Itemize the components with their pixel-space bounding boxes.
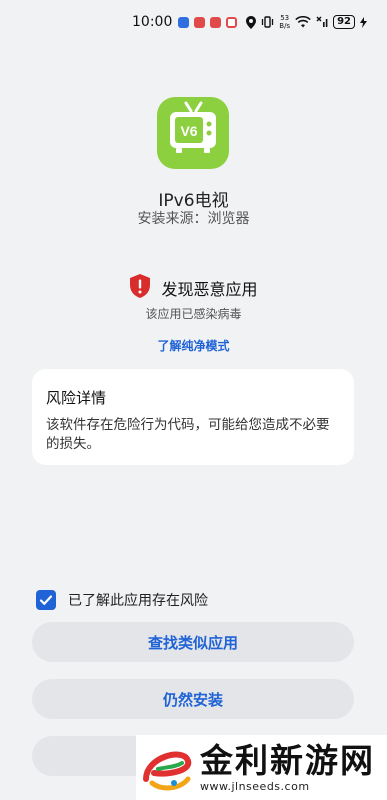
watermark-url: www.jlnseeds.com (200, 780, 310, 793)
risk-details-description: 该软件存在危险行为代码，可能给您造成不必要的损失。 (46, 417, 330, 452)
warning-subtitle: 该应用已感染病毒 (145, 307, 242, 321)
notification-icon-4 (226, 16, 238, 28)
risk-details-card: 风险详情 该软件存在危险行为代码，可能给您造成不必要的损失。 (32, 369, 354, 465)
find-similar-apps-button[interactable]: 查找类似应用 (32, 622, 354, 662)
location-icon (246, 15, 257, 29)
vibrate-icon (261, 16, 274, 28)
warning-title: 发现恶意应用 (161, 280, 258, 299)
wifi-icon (295, 16, 311, 28)
network-speed: 53 B/s (279, 14, 290, 30)
app-icon: V6 (157, 97, 229, 169)
notification-icon-3 (210, 16, 222, 28)
app-icon-text: V6 (180, 123, 197, 139)
net-speed-unit: B/s (279, 22, 291, 30)
install-source: 安装来源：浏览器 (0, 208, 387, 228)
net-speed-value: 53 (280, 14, 290, 22)
malware-warning: 发现恶意应用 (0, 274, 387, 302)
charging-icon (360, 16, 367, 28)
install-source-value: 浏览器 (207, 211, 250, 227)
shield-alert-icon (129, 274, 151, 302)
risk-details-title: 风险详情 (46, 389, 107, 407)
watermark-title: 金利新游网 (200, 741, 375, 780)
status-indicators: 53 B/s 92 (246, 14, 367, 30)
signal-off-icon (316, 16, 328, 28)
acknowledge-checkbox[interactable] (36, 590, 56, 610)
watermark-logo (143, 751, 192, 790)
status-bar: 10:00 53 B/s 92 (0, 0, 387, 44)
watermark-text-block: 金利新游网 www.jlnseeds.com (200, 741, 375, 794)
install-anyway-button[interactable]: 仍然安装 (32, 679, 354, 719)
install-source-label: 安装来源： (137, 211, 208, 227)
acknowledge-label: 已了解此应用存在风险 (68, 593, 208, 609)
status-time: 10:00 (132, 14, 173, 30)
acknowledge-risk-row[interactable]: 已了解此应用存在风险 (36, 590, 208, 610)
battery-indicator: 92 (333, 15, 355, 29)
check-icon (39, 595, 53, 605)
notification-icon-1 (178, 16, 190, 28)
notification-icon-2 (194, 16, 206, 28)
watermark: 金利新游网 www.jlnseeds.com (136, 735, 387, 800)
pure-mode-link[interactable]: 了解纯净模式 (0, 337, 387, 354)
